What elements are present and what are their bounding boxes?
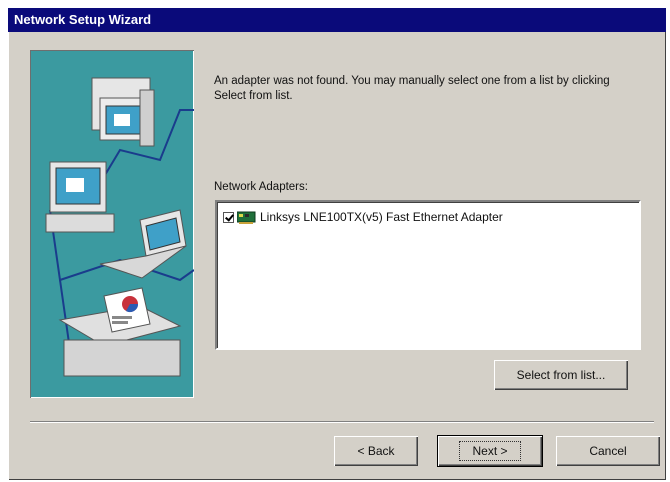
- cancel-button[interactable]: Cancel: [556, 436, 660, 466]
- cancel-label: Cancel: [589, 444, 627, 458]
- select-from-list-button[interactable]: Select from list...: [494, 360, 628, 390]
- wizard-illustration: [30, 50, 194, 398]
- network-adapters-list[interactable]: Linksys LNE100TX(v5) Fast Ethernet Adapt…: [215, 200, 641, 350]
- network-adapters-label: Network Adapters:: [214, 181, 308, 193]
- next-label: Next >: [459, 441, 521, 461]
- next-button[interactable]: Next >: [437, 435, 543, 467]
- adapter-label: Linksys LNE100TX(v5) Fast Ethernet Adapt…: [260, 210, 503, 224]
- back-label: < Back: [357, 444, 395, 458]
- window-title: Network Setup Wizard: [14, 12, 152, 27]
- network-computers-icon: [45, 77, 194, 377]
- network-adapter-icon: [237, 211, 256, 224]
- instruction-text: An adapter was not found. You may manual…: [214, 75, 610, 102]
- back-button[interactable]: < Back: [334, 436, 418, 466]
- separator: [30, 421, 654, 423]
- list-item[interactable]: Linksys LNE100TX(v5) Fast Ethernet Adapt…: [223, 209, 503, 225]
- wizard-window: Network Setup Wizard An adapter was not …: [8, 8, 666, 480]
- select-from-list-label: Select from list...: [516, 368, 606, 382]
- title-bar[interactable]: Network Setup Wizard: [8, 8, 666, 32]
- adapter-checkbox[interactable]: [223, 211, 234, 223]
